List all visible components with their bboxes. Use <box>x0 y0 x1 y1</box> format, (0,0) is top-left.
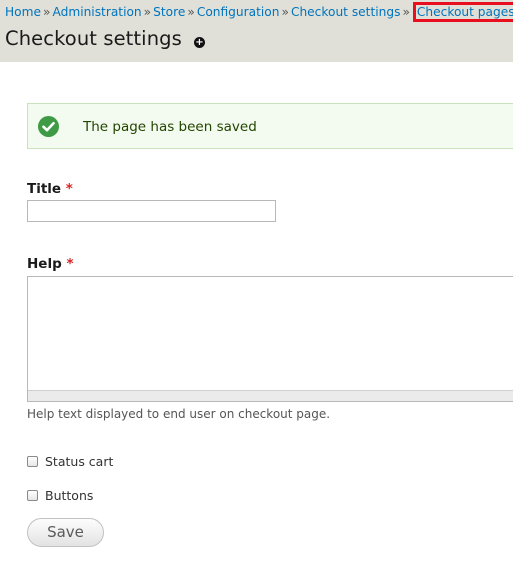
textarea-resize-grip[interactable] <box>28 390 513 401</box>
help-description: Help text displayed to end user on check… <box>27 407 331 421</box>
status-cart-label[interactable]: Status cart <box>45 454 113 469</box>
breadcrumb-checkout-pages[interactable]: Checkout pages <box>412 2 513 22</box>
breadcrumb-separator: » <box>43 5 51 19</box>
status-cart-checkbox[interactable] <box>27 456 38 467</box>
required-marker: * <box>65 181 73 197</box>
breadcrumb-configuration[interactable]: Configuration <box>197 5 280 19</box>
breadcrumb-administration[interactable]: Administration <box>52 5 141 19</box>
breadcrumb: Home» Administration» Store» Configuration»… <box>5 2 513 22</box>
required-marker: * <box>66 256 74 272</box>
title-label-text: Title <box>27 181 62 197</box>
help-label: Help * <box>27 256 74 272</box>
breadcrumb-home[interactable]: Home <box>5 5 41 19</box>
breadcrumb-separator: » <box>402 5 410 19</box>
breadcrumb-store[interactable]: Store <box>153 5 185 19</box>
breadcrumb-checkout-settings[interactable]: Checkout settings <box>291 5 401 19</box>
save-button[interactable]: Save <box>27 518 104 547</box>
title-input[interactable] <box>27 200 276 222</box>
breadcrumb-separator: » <box>143 5 152 19</box>
help-textarea[interactable] <box>27 276 513 402</box>
message-text: The page has been saved <box>83 119 257 135</box>
title-label: Title * <box>27 181 73 197</box>
check-circle-icon <box>38 116 59 137</box>
page-title: Checkout settings <box>5 27 182 50</box>
breadcrumb-separator: » <box>281 5 289 19</box>
status-message: The page has been saved <box>27 103 513 149</box>
buttons-label[interactable]: Buttons <box>45 488 93 503</box>
buttons-checkbox[interactable] <box>27 490 38 501</box>
plus-circle-icon[interactable]: + <box>194 37 205 48</box>
page-header: Home» Administration» Store» Configuration»… <box>0 0 513 62</box>
help-label-text: Help <box>27 256 62 272</box>
breadcrumb-separator: » <box>187 5 195 19</box>
